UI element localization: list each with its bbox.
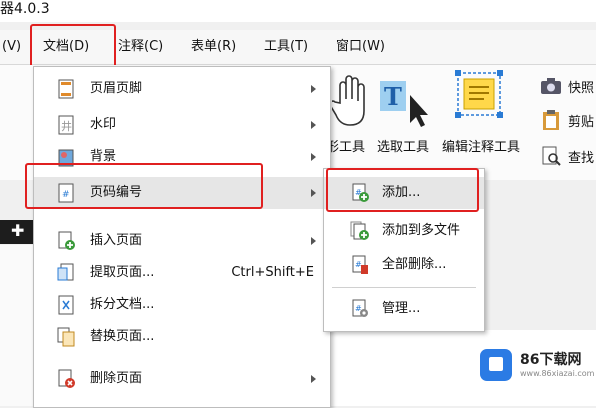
svg-text:井: 井 bbox=[61, 119, 72, 133]
extract-page-icon bbox=[57, 263, 74, 281]
toolbar-label-select: 选取工具 bbox=[377, 140, 430, 155]
toolbar-label-shape: 形工具 bbox=[326, 140, 366, 155]
toolbar-label-snapshot: 快照 bbox=[568, 81, 595, 96]
menu-view[interactable]: (V) bbox=[2, 30, 21, 64]
submenu-item-delete-all[interactable]: # 全部删除... bbox=[324, 249, 484, 281]
header-footer-icon bbox=[58, 79, 74, 99]
menu-item-insert-page[interactable]: 插入页面 bbox=[34, 225, 330, 257]
select-text-tool-icon[interactable]: T bbox=[378, 77, 436, 129]
delete-all-icon: # bbox=[352, 255, 368, 274]
window-title: 器4.0.3 bbox=[0, 0, 596, 22]
submenu-item-manage[interactable]: # 管理... bbox=[324, 293, 484, 325]
submenu-item-add-to-multiple-files[interactable]: 添加到多文件 bbox=[324, 215, 484, 247]
highlight-page-number-item bbox=[25, 163, 263, 209]
menu-form[interactable]: 表单(R) bbox=[191, 30, 236, 64]
submenu-arrow-icon bbox=[311, 153, 316, 161]
hand-tool-icon[interactable] bbox=[332, 73, 370, 129]
svg-text:#: # bbox=[355, 260, 362, 269]
new-tab-plus-icon[interactable]: ✚ bbox=[11, 221, 24, 240]
menu-item-watermark[interactable]: 井 水印 bbox=[34, 109, 330, 141]
watermark-brand: 86下载网 bbox=[520, 352, 582, 368]
menu-tools[interactable]: 工具(T) bbox=[264, 30, 308, 64]
delete-page-icon bbox=[58, 369, 75, 388]
submenu-arrow-icon bbox=[311, 85, 316, 93]
toolbar-label-find: 查找 bbox=[568, 151, 595, 166]
submenu-separator bbox=[332, 287, 476, 288]
submenu-arrow-icon bbox=[311, 237, 316, 245]
watermark-icon: 井 bbox=[58, 115, 74, 135]
shortcut-extract-page: Ctrl+Shift+E bbox=[231, 265, 314, 280]
menu-item-extract-page[interactable]: 提取页面... Ctrl+Shift+E bbox=[34, 257, 330, 289]
toolbar-label-clipboard: 剪贴 bbox=[568, 115, 595, 130]
split-document-icon bbox=[58, 295, 74, 315]
menu-comment[interactable]: 注释(C) bbox=[118, 30, 163, 64]
replace-page-icon bbox=[57, 327, 75, 347]
submenu-arrow-icon bbox=[311, 121, 316, 129]
menu-item-delete-page[interactable]: 删除页面 bbox=[34, 363, 330, 395]
submenu-arrow-icon bbox=[311, 375, 316, 383]
highlight-document-menu bbox=[30, 24, 116, 68]
menu-item-header-footer[interactable]: 页眉页脚 bbox=[34, 73, 330, 105]
submenu-arrow-icon bbox=[311, 189, 316, 197]
menu-item-replace-page[interactable]: 替换页面... bbox=[34, 321, 330, 353]
site-watermark: 86下载网 www.86xiazai.com bbox=[474, 345, 595, 387]
menu-item-split-document[interactable]: 拆分文档... bbox=[34, 289, 330, 321]
camera-icon[interactable] bbox=[540, 77, 562, 95]
watermark-site: www.86xiazai.com bbox=[520, 369, 595, 378]
insert-page-icon bbox=[58, 231, 75, 250]
manage-icon: # bbox=[352, 299, 368, 317]
find-icon[interactable] bbox=[541, 145, 561, 167]
svg-text:T: T bbox=[384, 82, 402, 111]
toolbar-label-edit-annotation: 编辑注释工具 bbox=[442, 140, 521, 155]
edit-annotation-tool-icon[interactable] bbox=[454, 69, 512, 127]
menu-window[interactable]: 窗口(W) bbox=[336, 30, 385, 64]
document-menu: 页眉页脚 井 水印 背景 # 页码编号 插入页面 提取页面... Ctrl+Sh… bbox=[33, 66, 331, 408]
tab-strip[interactable]: ✚ bbox=[0, 220, 34, 244]
highlight-add-item bbox=[326, 168, 479, 212]
site-logo-icon bbox=[480, 349, 512, 381]
add-to-multiple-files-icon bbox=[350, 221, 369, 240]
clipboard-icon[interactable] bbox=[541, 109, 561, 131]
left-panel bbox=[0, 245, 35, 406]
